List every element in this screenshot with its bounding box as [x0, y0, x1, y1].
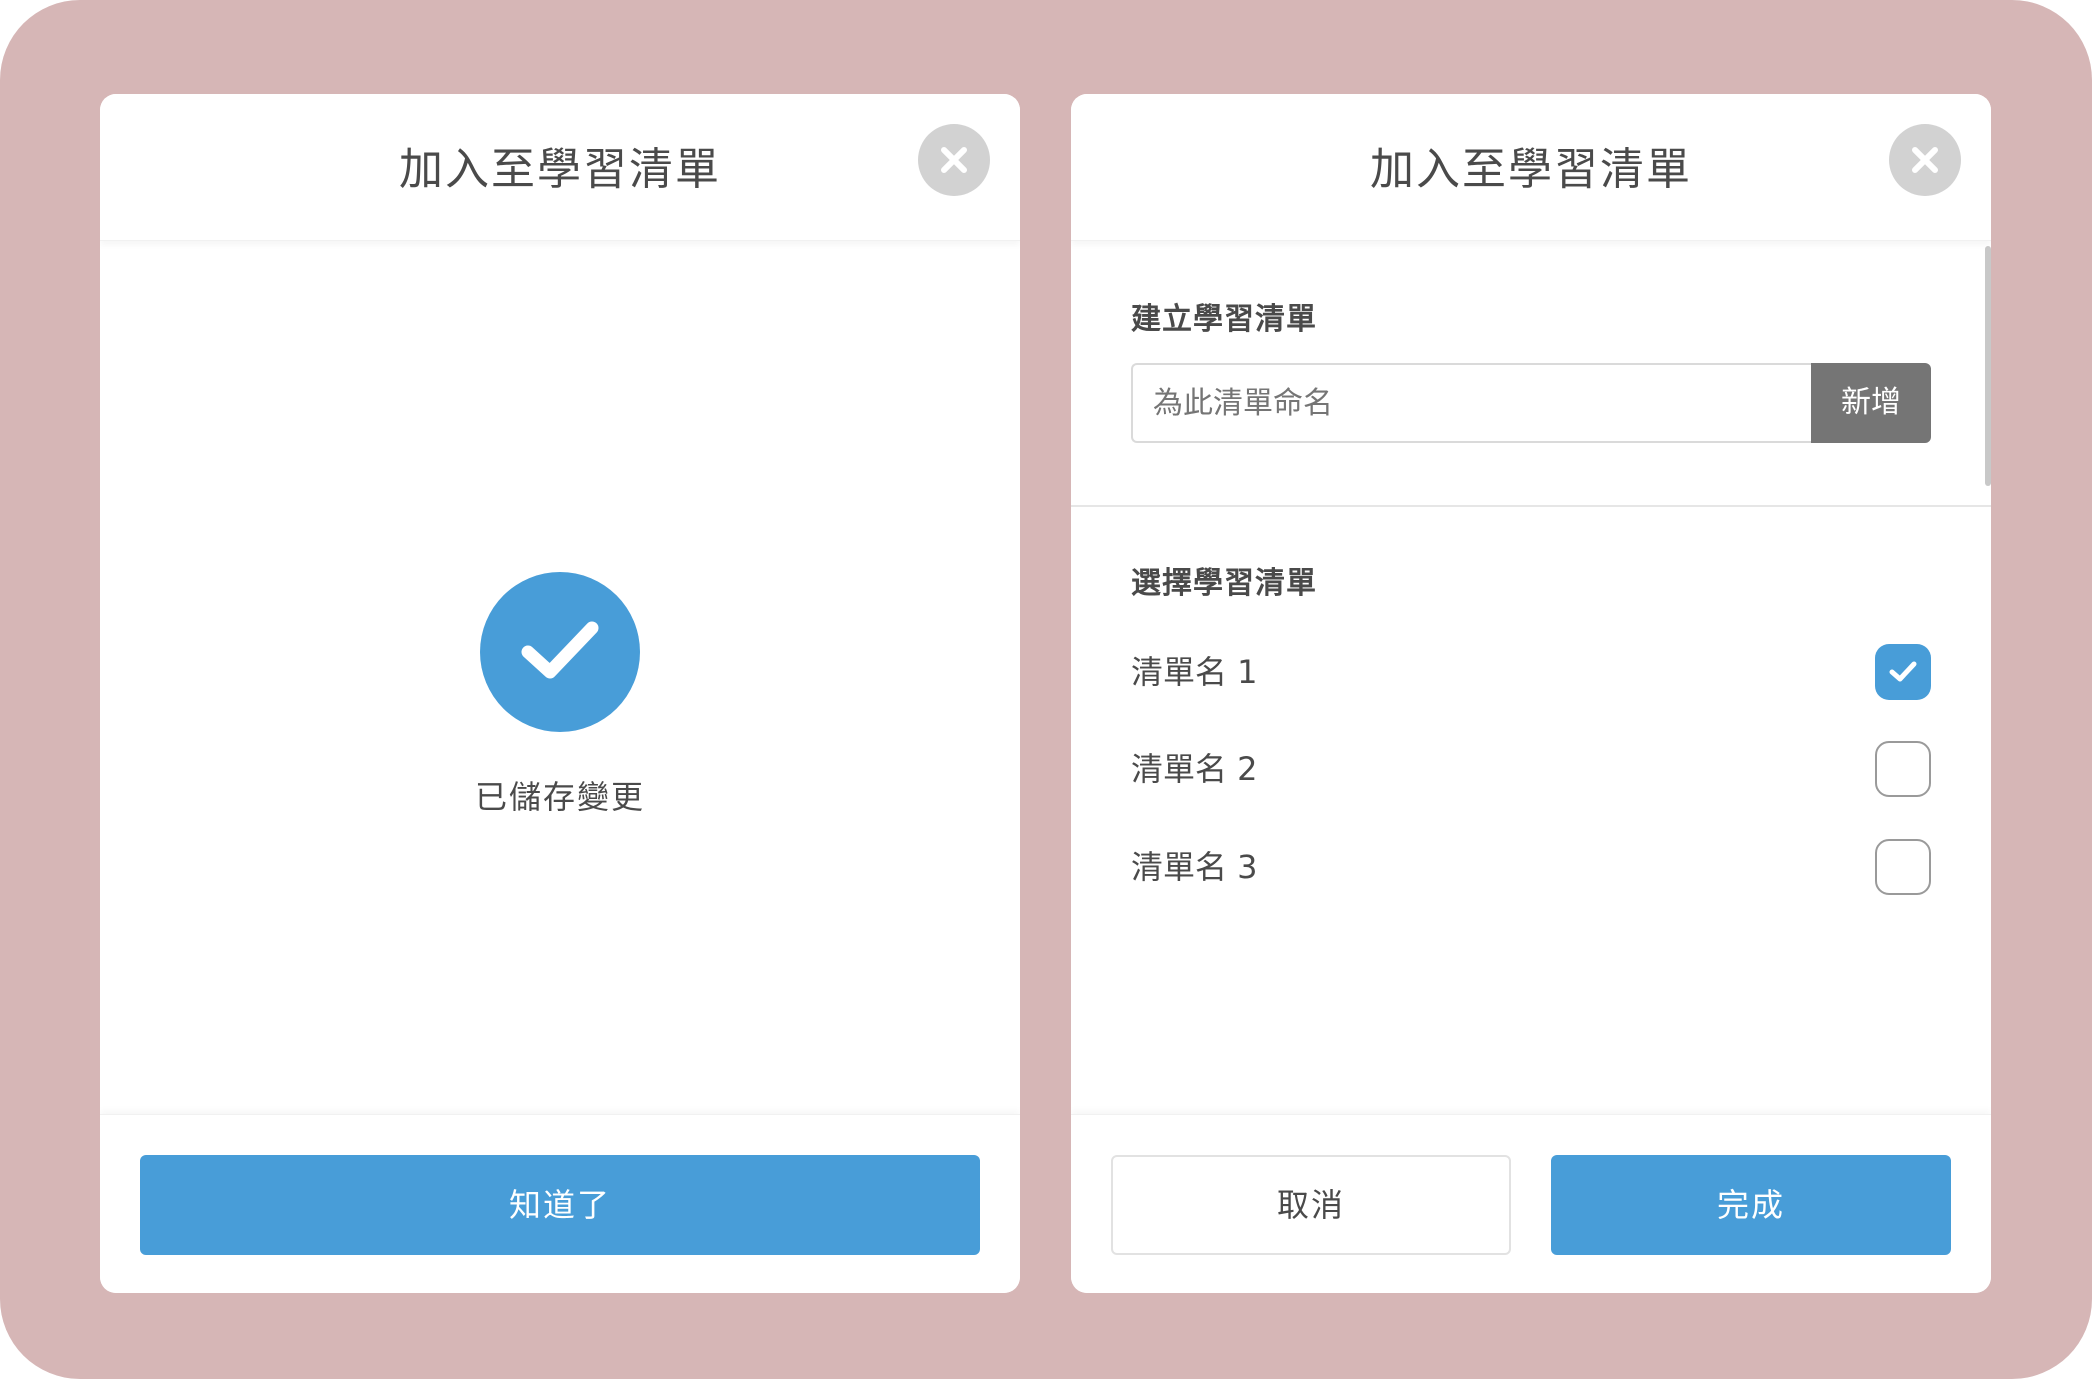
close-icon	[941, 147, 967, 173]
list-select-modal: 加入至學習清單 建立學習清單 新增 選擇學習清單 清單名 1 清單名 2	[1071, 94, 1991, 1293]
close-button[interactable]	[1889, 124, 1961, 196]
check-circle-icon	[480, 572, 640, 732]
modal-header: 加入至學習清單	[1071, 94, 1991, 241]
choose-list-label: 選擇學習清單	[1131, 566, 1317, 601]
list-item[interactable]: 清單名 3	[1131, 839, 1931, 895]
done-button[interactable]: 完成	[1551, 1155, 1951, 1255]
create-list-label: 建立學習清單	[1131, 302, 1317, 337]
list-item-name: 清單名 1	[1131, 653, 1258, 691]
background-frame: 加入至學習清單 已儲存變更 知道了 加入至學習清單 建立學習清單 為此清單命名 …	[0, 0, 2092, 1379]
modal-header: 加入至學習清單	[100, 94, 1020, 241]
list-name-input[interactable]	[1131, 363, 1811, 443]
add-list-button[interactable]: 新增	[1811, 363, 1931, 443]
section-divider	[1071, 505, 1991, 507]
modal-footer: 知道了	[100, 1114, 1020, 1293]
list-item-name: 清單名 2	[1131, 750, 1258, 788]
success-modal: 加入至學習清單 已儲存變更 知道了	[100, 94, 1020, 1293]
list-checkbox-checked[interactable]	[1875, 644, 1931, 700]
modal-title: 加入至學習清單	[1370, 144, 1692, 195]
close-icon	[1912, 147, 1938, 173]
list-checkbox[interactable]	[1875, 839, 1931, 895]
scrollbar-thumb[interactable]	[1985, 246, 1991, 486]
modal-title: 加入至學習清單	[399, 144, 721, 195]
list-checkbox[interactable]	[1875, 741, 1931, 797]
list-item[interactable]: 清單名 2	[1131, 741, 1931, 797]
acknowledge-button[interactable]: 知道了	[140, 1155, 980, 1255]
modal-footer: 取消 完成	[1071, 1114, 1991, 1293]
list-item-name: 清單名 3	[1131, 848, 1258, 886]
list-item[interactable]: 清單名 1	[1131, 644, 1931, 700]
success-message: 已儲存變更	[474, 778, 645, 816]
close-button[interactable]	[918, 124, 990, 196]
cancel-button[interactable]: 取消	[1111, 1155, 1511, 1255]
checkmark-icon	[1889, 661, 1917, 682]
